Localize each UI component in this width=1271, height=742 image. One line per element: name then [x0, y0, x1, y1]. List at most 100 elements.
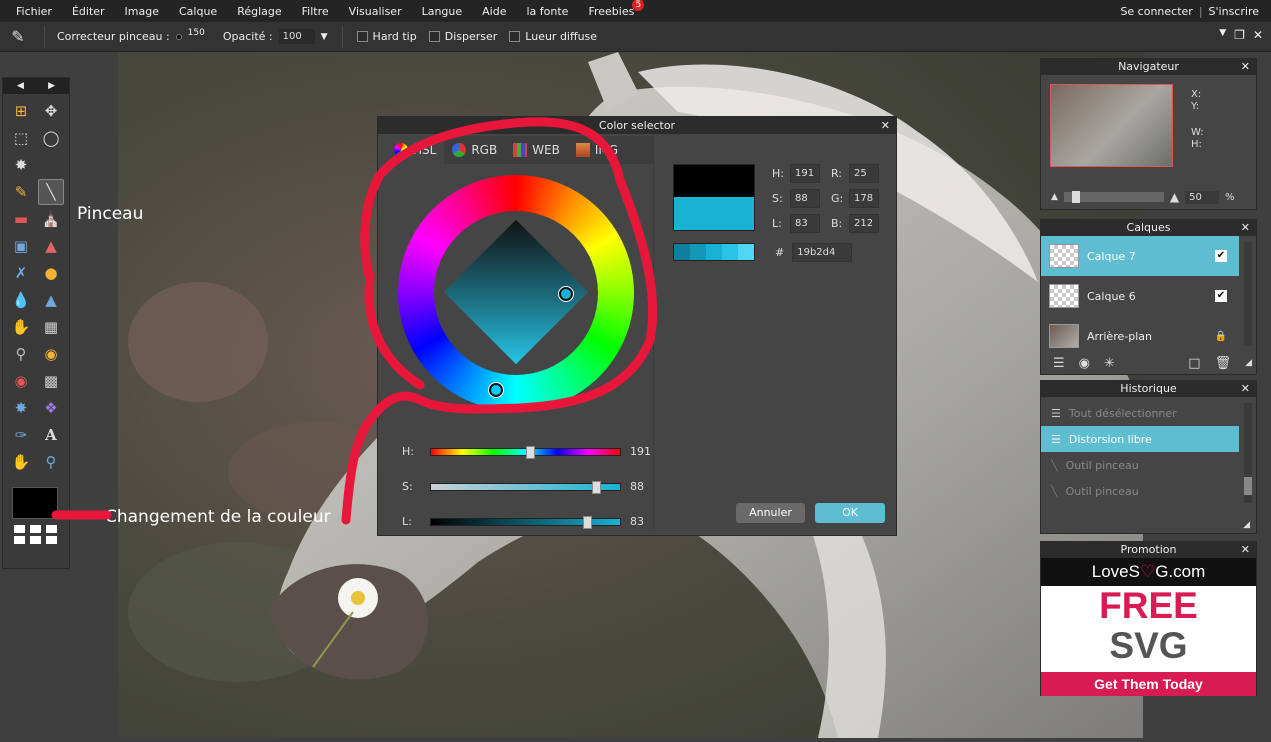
zoom-icon[interactable]: ⚲	[38, 449, 64, 475]
brush-size-value[interactable]: 150	[188, 28, 205, 38]
gradient-icon[interactable]: ▣	[8, 233, 34, 259]
eraser-icon[interactable]: ▬	[8, 206, 34, 232]
signup-link[interactable]: S'inscrire	[1209, 5, 1259, 18]
dodge-icon[interactable]: ⚲	[8, 341, 34, 367]
hard-tip-checkbox[interactable]	[356, 31, 368, 42]
brush-preview-icon[interactable]	[175, 33, 182, 40]
layer-settings-icon[interactable]: ☰	[1053, 356, 1065, 371]
history-item[interactable]: ☰ Distorsion libre	[1041, 426, 1239, 452]
menu-aide[interactable]: Aide	[472, 5, 516, 18]
history-item[interactable]: ╲ Outil pinceau	[1041, 452, 1239, 478]
type-icon[interactable]: A	[38, 422, 64, 448]
h-input[interactable]: 191	[790, 164, 820, 183]
close-icon[interactable]: ✕	[1253, 28, 1263, 42]
zoom-out-icon[interactable]: ▲	[1051, 192, 1058, 202]
zoom-slider[interactable]	[1063, 191, 1164, 203]
layer-row[interactable]: Arrière-plan 🔒	[1041, 316, 1239, 356]
arrow-right-icon[interactable]: ▶	[48, 81, 55, 91]
l-input[interactable]: 83	[790, 214, 820, 233]
tab-hsl[interactable]: HSL	[386, 136, 445, 164]
g-input[interactable]: 178	[849, 189, 879, 208]
resize-handle-icon[interactable]: ◢	[1245, 358, 1252, 368]
pinch-icon[interactable]: ❖	[38, 395, 64, 421]
restore-icon[interactable]: ❐	[1234, 28, 1245, 42]
b-input[interactable]: 212	[849, 214, 879, 233]
scatter-checkbox[interactable]	[428, 31, 440, 42]
menu-la-fonte[interactable]: la fonte	[517, 5, 579, 18]
replace-color-icon[interactable]: ✗	[8, 260, 34, 286]
lasso-icon[interactable]: ◯	[38, 125, 64, 151]
close-icon[interactable]: ✕	[1241, 220, 1250, 236]
menu-editer[interactable]: Éditer	[62, 5, 115, 18]
sl-picker-handle[interactable]	[559, 287, 573, 301]
burn-icon[interactable]: ◉	[38, 341, 64, 367]
cancel-button[interactable]: Annuler	[736, 503, 805, 523]
menu-filtre[interactable]: Filtre	[292, 5, 339, 18]
dropdown-icon[interactable]: ▼	[1219, 28, 1226, 42]
menu-visualiser[interactable]: Visualiser	[339, 5, 412, 18]
close-icon[interactable]: ✕	[1241, 59, 1250, 75]
pencil-icon[interactable]: ✎	[8, 179, 34, 205]
bucket-icon[interactable]: ⛪	[38, 206, 64, 232]
menu-fichier[interactable]: Fichier	[6, 5, 62, 18]
h-slider-track[interactable]	[430, 446, 621, 459]
r-input[interactable]: 25	[849, 164, 879, 183]
stamp-icon[interactable]: ▲	[38, 233, 64, 259]
layer-row[interactable]: Calque 6 ✔	[1041, 276, 1239, 316]
draw-shape-icon[interactable]: ●	[38, 260, 64, 286]
trash-icon[interactable]: 🗑	[1215, 356, 1232, 371]
smudge-icon[interactable]: ✋	[8, 314, 34, 340]
glow-checkbox[interactable]	[509, 31, 521, 42]
history-scrollbar[interactable]	[1244, 403, 1252, 503]
navigator-thumbnail[interactable]	[1050, 84, 1173, 167]
menu-calque[interactable]: Calque	[169, 5, 227, 18]
l-slider-track[interactable]	[430, 516, 621, 529]
s-input[interactable]: 88	[790, 189, 820, 208]
color-picker-icon[interactable]: ✑	[8, 422, 34, 448]
color-swatch[interactable]	[12, 487, 58, 519]
opacity-dropdown-icon[interactable]: ▼	[321, 32, 328, 42]
blur-icon[interactable]: 💧	[8, 287, 34, 313]
crop-icon[interactable]: ⊞	[8, 98, 34, 124]
magic-wand-icon[interactable]: ✸	[8, 152, 34, 178]
menu-reglage[interactable]: Réglage	[227, 5, 291, 18]
menu-freebies[interactable]: Freebies 5	[578, 0, 645, 18]
hand-icon[interactable]: ✋	[8, 449, 34, 475]
move-icon[interactable]: ✥	[38, 98, 64, 124]
visibility-checkbox[interactable]: ✔	[1215, 290, 1227, 302]
s-slider-thumb[interactable]	[592, 481, 602, 494]
ok-button[interactable]: OK	[815, 503, 885, 523]
swatch-grid[interactable]	[14, 525, 69, 544]
brush-tool-icon[interactable]: ✎	[0, 27, 36, 46]
resize-handle-icon[interactable]: ◢	[1243, 520, 1250, 530]
color-variants-strip[interactable]	[673, 243, 755, 261]
login-link[interactable]: Se connecter	[1120, 5, 1192, 18]
tab-web[interactable]: WEB	[505, 136, 568, 164]
close-icon[interactable]: ✕	[1241, 381, 1250, 397]
opacity-input[interactable]: 100	[278, 29, 315, 44]
promo-cta[interactable]: Get Them Today	[1041, 672, 1256, 696]
spot-heal-icon[interactable]: ▩	[38, 368, 64, 394]
l-slider-thumb[interactable]	[582, 516, 592, 529]
red-eye-icon[interactable]: ◉	[8, 368, 34, 394]
menu-image[interactable]: Image	[115, 5, 169, 18]
hex-input[interactable]: 19b2d4	[792, 243, 853, 262]
tab-rgb[interactable]: RGB	[444, 136, 505, 164]
h-slider-thumb[interactable]	[526, 446, 536, 459]
visibility-checkbox[interactable]: ✔	[1215, 250, 1227, 262]
hue-picker-handle[interactable]	[489, 383, 503, 397]
menu-langue[interactable]: Langue	[412, 5, 473, 18]
layers-scrollbar[interactable]	[1244, 242, 1252, 346]
marquee-icon[interactable]: ⬚	[8, 125, 34, 151]
layer-styles-icon[interactable]: ✳	[1104, 356, 1115, 371]
history-item[interactable]: ☰ Tout désélectionner	[1041, 400, 1239, 426]
s-slider-track[interactable]	[430, 481, 621, 494]
zoom-in-icon[interactable]: ▲	[1170, 190, 1179, 204]
promo-ad[interactable]: LoveS♡G.com FREE SVG Get Them Today	[1041, 558, 1256, 696]
zoom-input[interactable]: 50	[1185, 190, 1220, 204]
close-icon[interactable]: ✕	[881, 117, 890, 134]
bloat-icon[interactable]: ✸	[8, 395, 34, 421]
sharpen-icon[interactable]: ▲	[38, 287, 64, 313]
tab-img[interactable]: IMG	[568, 136, 626, 164]
new-layer-icon[interactable]: □	[1188, 356, 1200, 371]
